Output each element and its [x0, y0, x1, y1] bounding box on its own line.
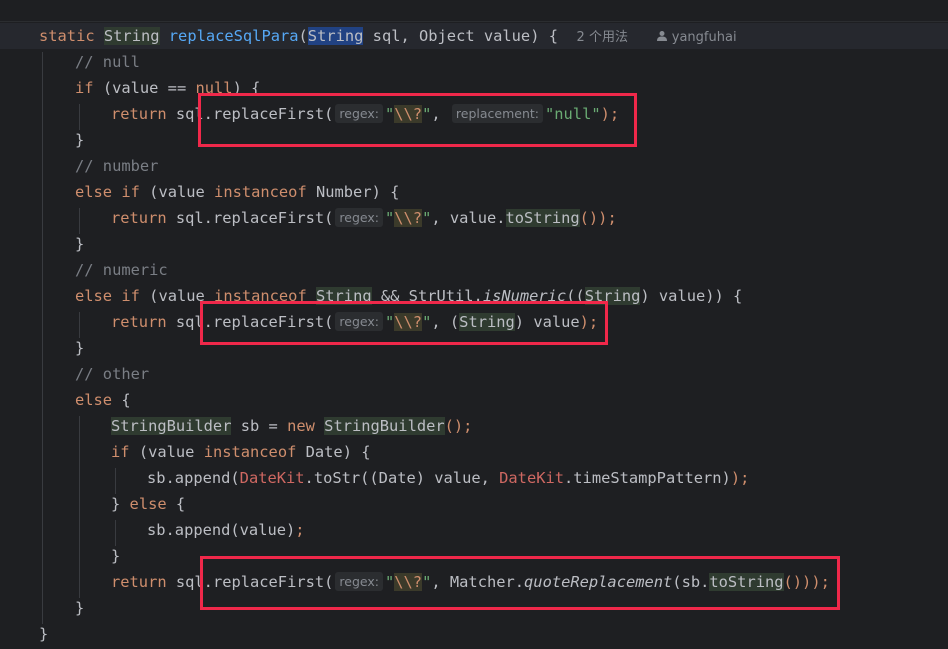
code-line[interactable]: static String replaceSqlPara(String sql,… [39, 23, 737, 49]
code-line[interactable]: return sql.replaceFirst(regex: "\\?", val… [111, 205, 617, 231]
paren: ( [298, 27, 308, 45]
code-line[interactable]: // other [75, 361, 149, 387]
code-text: (value [139, 183, 215, 201]
comment: // number [75, 157, 159, 175]
comment: // null [75, 53, 140, 71]
code-line[interactable]: } [75, 335, 84, 361]
keyword: if [111, 443, 130, 461]
indent-guide [42, 52, 43, 624]
keyword: else [75, 287, 113, 305]
keyword: return [111, 209, 167, 227]
keyword: if [75, 79, 94, 97]
code-line[interactable]: } else { [111, 491, 185, 517]
code-text: Number) { [306, 183, 400, 201]
string-quote: " [384, 209, 395, 227]
code-text: sb.append(value) [147, 521, 296, 539]
keyword: else [129, 495, 167, 513]
keyword: new [287, 417, 315, 435]
editor-top-divider [0, 21, 948, 22]
code-text: { [112, 391, 131, 409]
code-line[interactable]: StringBuilder sb = new StringBuilder(); [111, 413, 472, 439]
author-name: yangfuhai [671, 30, 737, 45]
type-name: String [103, 27, 160, 45]
code-editor[interactable]: static String replaceSqlPara(String sql,… [0, 0, 948, 649]
keyword: else [75, 183, 113, 201]
keyword: if [121, 287, 140, 305]
code-line[interactable]: } [75, 231, 84, 257]
code-text: (); [444, 417, 473, 435]
code-line[interactable]: if (value instanceof Date) { [111, 439, 371, 465]
code-line[interactable]: } [111, 543, 120, 569]
indent-guide [79, 416, 80, 598]
author-hint[interactable]: yangfuhai [656, 30, 737, 45]
code-text: sql, Object value) { [363, 27, 558, 45]
code-line[interactable]: // numeric [75, 257, 168, 283]
keyword: static [39, 27, 95, 45]
code-text: ()); [579, 209, 617, 227]
code-text: Date) { [296, 443, 371, 461]
code-text: { [166, 495, 186, 513]
brace: } [111, 547, 121, 565]
brace: } [75, 599, 85, 617]
code-line[interactable]: else { [75, 387, 131, 413]
code-text: ); [730, 469, 750, 487]
code-text: (value [129, 443, 204, 461]
code-line[interactable]: sb.append(DateKit.toStr((Date) value, Da… [147, 465, 749, 491]
keyword: return [111, 573, 167, 591]
class-ref: DateKit [499, 469, 565, 487]
code-text: } [111, 495, 130, 513]
code-line[interactable]: } [75, 127, 84, 153]
user-icon [656, 31, 667, 41]
code-text: sb.append( [147, 469, 240, 487]
code-text: .timeStampPattern) [564, 469, 731, 487]
code-line[interactable]: sb.append(value); [147, 517, 305, 543]
brace: } [75, 339, 85, 357]
param-hint: regex: [335, 208, 383, 227]
brace: } [39, 625, 49, 643]
code-text: sql.replaceFirst( [166, 209, 334, 227]
type-name: StringBuilder [111, 417, 232, 435]
code-text: ; [295, 521, 305, 539]
keyword: if [121, 183, 140, 201]
string-escape: \\? [394, 209, 423, 227]
brace: } [75, 131, 85, 149]
brace: } [75, 235, 85, 253]
code-text: (value == [93, 79, 196, 97]
keyword: return [111, 313, 167, 331]
usages-hint[interactable]: 2 个用法 [577, 30, 628, 45]
code-text: .toStr((Date) value, [304, 469, 500, 487]
keyword: instanceof [214, 183, 307, 201]
comment: // other [75, 365, 150, 383]
code-line[interactable]: } [75, 595, 84, 621]
keyword: instanceof [203, 443, 297, 461]
code-line[interactable]: // number [75, 153, 158, 179]
code-line[interactable]: // null [75, 49, 140, 75]
code-text: , value. [431, 209, 506, 227]
string-quote: " [422, 209, 432, 227]
highlight-box [198, 93, 637, 147]
type-name: StringBuilder [324, 417, 445, 435]
keyword: else [75, 391, 113, 409]
code-line[interactable]: } [39, 621, 48, 647]
comment: // numeric [75, 261, 168, 279]
class-ref: DateKit [239, 469, 305, 487]
code-line[interactable]: else if (value instanceof Number) { [75, 179, 399, 205]
keyword: return [111, 105, 167, 123]
param-type: String [307, 27, 364, 45]
code-text: ) value)) { [640, 287, 743, 305]
method-name: replaceSqlPara [168, 27, 299, 45]
highlight-box [200, 556, 840, 610]
method-call: toString [505, 209, 580, 227]
highlight-box [200, 301, 608, 345]
code-text: sb = [231, 417, 288, 435]
